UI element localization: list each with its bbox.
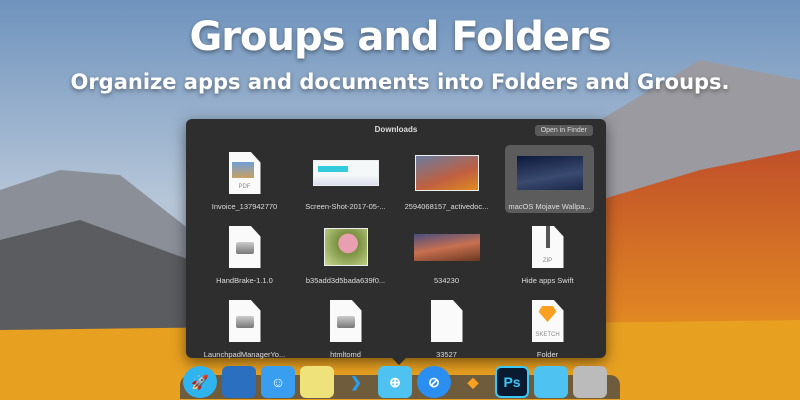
file-type-badge: PDF <box>238 184 251 190</box>
file-thumbnail <box>312 150 379 196</box>
file-thumbnail <box>430 298 463 344</box>
hero-subtitle: Organize apps and documents into Folders… <box>70 70 730 94</box>
downloads-folder-popup: Downloads Open in Finder PDF Invoice_1379… <box>186 119 606 359</box>
file-label: b35add3d5bada639f0... <box>305 276 386 285</box>
dock-photoshop-icon[interactable]: Ps <box>495 366 529 398</box>
dock-trash-icon[interactable] <box>573 366 607 398</box>
file-item[interactable]: 534230 <box>400 219 493 293</box>
file-label: 33527 <box>436 350 457 359</box>
file-thumbnail: PDF <box>228 150 261 196</box>
file-item[interactable]: SKETCH Folder <box>501 293 594 367</box>
file-item[interactable]: 33527 <box>400 293 493 367</box>
file-thumbnail <box>228 298 261 344</box>
file-thumbnail <box>413 224 480 270</box>
dock-sketch-icon[interactable]: ◆ <box>456 366 490 398</box>
file-label: Folder <box>536 350 559 359</box>
dock-prompt-icon[interactable]: ❯ <box>339 366 373 398</box>
file-label: Hide apps Swift <box>521 276 574 285</box>
dock-rocket-icon[interactable]: 🚀 <box>183 366 217 398</box>
file-item[interactable]: macOS Mojave Wallpa... <box>505 145 594 213</box>
file-thumbnail <box>323 224 368 270</box>
file-type-badge: SKETCH <box>535 332 560 338</box>
file-item[interactable]: LaunchpadManagerYo... <box>198 293 291 367</box>
file-item[interactable]: Screen-Shot-2017-05-... <box>299 145 392 219</box>
dock-finder-icon[interactable]: ☺ <box>261 366 295 398</box>
file-thumbnail: SKETCH <box>531 298 564 344</box>
file-label: 2594068157_activedoc... <box>404 202 489 211</box>
file-item[interactable]: ZIP Hide apps Swift <box>501 219 594 293</box>
file-label: macOS Mojave Wallpa... <box>508 202 591 211</box>
hero-title: Groups and Folders <box>189 14 611 60</box>
file-type-badge: ZIP <box>542 258 553 264</box>
file-item[interactable]: HandBrake-1.1.0 <box>198 219 291 293</box>
file-item[interactable]: b35add3d5bada639f0... <box>299 219 392 293</box>
file-label: LaunchpadManagerYo... <box>203 350 286 359</box>
file-thumbnail: ZIP <box>531 224 564 270</box>
file-thumbnail <box>228 224 261 270</box>
dock-downloads-folder-icon[interactable]: ⊕ <box>378 366 412 398</box>
file-label: Screen-Shot-2017-05-... <box>305 202 386 211</box>
file-item[interactable]: htmltomd <box>299 293 392 367</box>
file-label: 534230 <box>433 276 460 285</box>
file-grid: PDF Invoice_137942770 Screen-Shot-2017-05-… <box>194 145 598 367</box>
file-thumbnail <box>414 150 479 196</box>
popup-pointer <box>392 358 406 365</box>
dock-folder-icon[interactable] <box>534 366 568 398</box>
dock-notes-icon[interactable] <box>300 366 334 398</box>
open-in-finder-button[interactable]: Open in Finder <box>534 125 593 136</box>
file-item[interactable]: 2594068157_activedoc... <box>400 145 493 219</box>
dock-launchpad-manager-icon[interactable] <box>222 366 256 398</box>
file-item[interactable]: PDF Invoice_137942770 <box>198 145 291 219</box>
file-label: Invoice_137942770 <box>211 202 278 211</box>
file-label: htmltomd <box>330 350 361 359</box>
dock-icons: 🚀 ☺ ❯ ⊕ ⊘ ◆ Ps <box>183 366 607 398</box>
dock-safari-icon[interactable]: ⊘ <box>417 366 451 398</box>
file-thumbnail <box>516 150 583 196</box>
file-thumbnail <box>329 298 362 344</box>
file-label: HandBrake-1.1.0 <box>216 276 273 285</box>
